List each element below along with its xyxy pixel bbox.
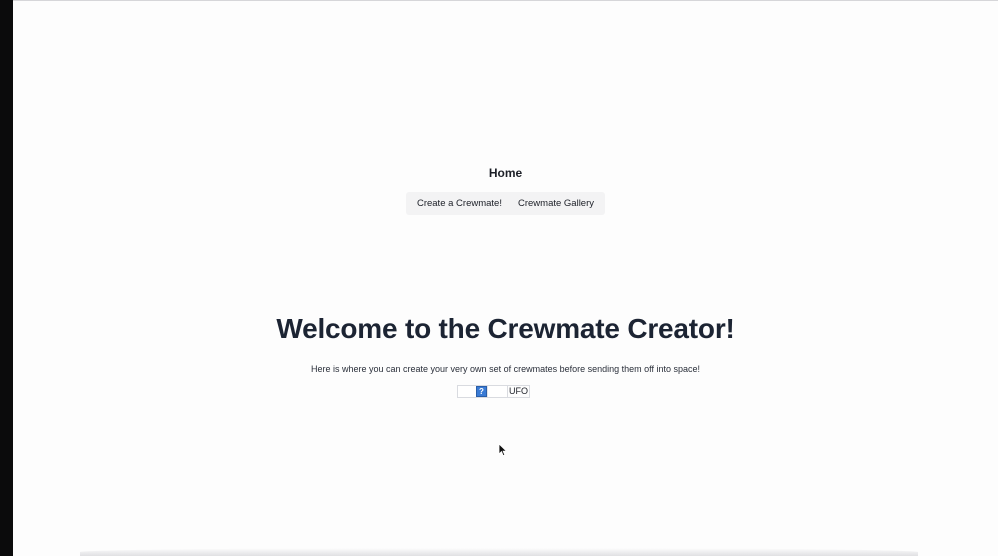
- nav-button-group: Create a Crewmate! Crewmate Gallery: [405, 192, 606, 215]
- create-crewmate-button[interactable]: Create a Crewmate!: [408, 192, 510, 215]
- bottom-shadow: [80, 548, 918, 556]
- image-alt-text: UFO: [507, 386, 528, 397]
- page-title: Welcome to the Crewmate Creator!: [276, 313, 735, 344]
- crewmate-gallery-button[interactable]: Crewmate Gallery: [509, 192, 603, 215]
- broken-image: ? UFO: [457, 385, 530, 398]
- mouse-pointer-icon: [498, 443, 508, 457]
- image-slot-left: [458, 386, 476, 397]
- browser-viewport: Home Create a Crewmate! Crewmate Gallery…: [0, 0, 998, 556]
- image-slot-right: [487, 386, 507, 397]
- broken-image-icon: ?: [476, 386, 487, 397]
- page-subtitle: Here is where you can create your very o…: [310, 364, 701, 374]
- nav-home-title[interactable]: Home: [489, 166, 522, 180]
- navigation: Home Create a Crewmate! Crewmate Gallery: [13, 166, 998, 215]
- page-body: Home Create a Crewmate! Crewmate Gallery…: [13, 1, 998, 556]
- window-edge: [0, 0, 13, 556]
- hero-section: Welcome to the Crewmate Creator! Here is…: [13, 311, 998, 398]
